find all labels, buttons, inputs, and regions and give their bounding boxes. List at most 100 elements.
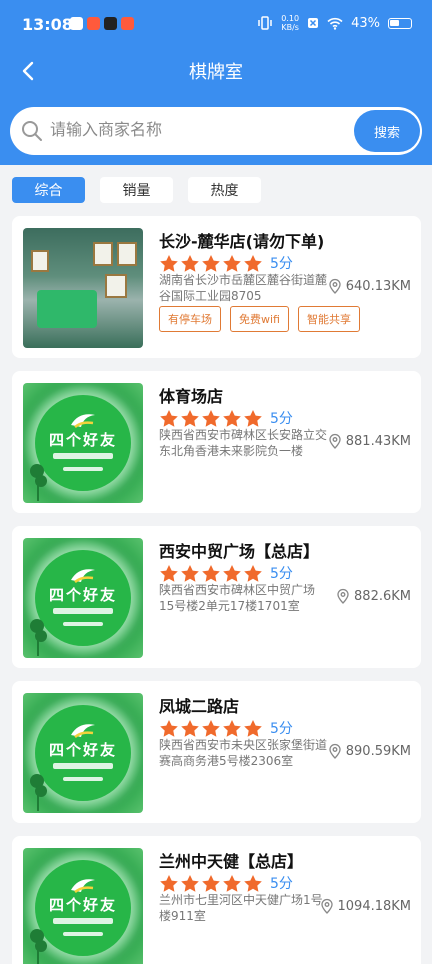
- distance-value: 881.43KM: [345, 433, 411, 449]
- star-icon: [202, 874, 220, 892]
- logo-text: 四个好友: [48, 896, 117, 914]
- store-address: 陕西省西安市未央区张家堡街道赛高商务港5号楼2306室: [159, 738, 328, 768]
- location-pin-icon: [329, 743, 341, 759]
- tab-comprehensive[interactable]: 综合: [12, 177, 85, 203]
- battery-icon: [388, 17, 412, 29]
- star-icon: [181, 719, 199, 737]
- logo-strip: [63, 467, 103, 471]
- star-icon: [202, 254, 220, 272]
- store-rating: 5分: [159, 253, 293, 273]
- star-icon: [160, 254, 178, 272]
- logo-strip: [53, 453, 113, 459]
- decor-tile: [93, 242, 113, 266]
- store-logo: 四个好友: [23, 383, 143, 503]
- tree-icon: [30, 929, 47, 964]
- store-tags: 有停车场 免费wifi 智能共享: [159, 306, 360, 332]
- store-card[interactable]: 四个好友 体育场店 5分 陕西省西安市碑林区长安路立交东北角香港未来影院负一楼 …: [12, 371, 421, 513]
- nav-bar: 棋牌室: [0, 50, 432, 90]
- distance-value: 890.59KM: [345, 743, 411, 759]
- wifi-icon: [327, 17, 343, 30]
- star-icon: [181, 564, 199, 582]
- star-icon: [244, 409, 262, 427]
- logo-text: 四个好友: [48, 741, 117, 759]
- tree-icon: [30, 774, 47, 811]
- tiktok-icon: [104, 17, 117, 30]
- store-address: 兰州市七里河区中天健广场1号楼911室: [159, 893, 323, 923]
- star-icon: [181, 874, 199, 892]
- logo-text: 四个好友: [48, 431, 117, 449]
- tab-popularity[interactable]: 热度: [188, 177, 261, 203]
- star-icon: [244, 254, 262, 272]
- decor-tile: [117, 242, 137, 266]
- distance-value: 1094.18KM: [337, 898, 412, 914]
- tab-sales[interactable]: 销量: [100, 177, 173, 203]
- tree-icon: [30, 619, 47, 656]
- star-icon: [223, 564, 241, 582]
- store-card[interactable]: 四个好友 兰州中天健【总店】 5分 兰州市七里河区中天健广场1号楼911室 10…: [12, 836, 421, 964]
- store-distance: 640.13KM: [328, 278, 411, 294]
- score-text: 5分: [270, 566, 293, 582]
- star-icon: [223, 254, 241, 272]
- store-list: 长沙-麓华店(请勿下单) 5分 湖南省长沙市岳麓区麓谷街道麓谷国际工业园8705…: [12, 216, 421, 964]
- status-bar: 13:08 0.10 KB/s 43%: [0, 0, 432, 50]
- logo-mark-icon: [71, 414, 95, 429]
- search-bar: 搜索: [10, 107, 422, 155]
- star-icon: [160, 874, 178, 892]
- logo-strip: [53, 608, 113, 614]
- star-icon: [244, 874, 262, 892]
- battery-percent: 43%: [351, 15, 380, 31]
- decor-tile: [31, 250, 49, 272]
- star-icon: [160, 409, 178, 427]
- no-sim-icon: [308, 18, 319, 28]
- search-input[interactable]: [50, 115, 350, 147]
- score-text: 5分: [270, 876, 293, 892]
- store-name: 西安中贸广场【总店】: [159, 542, 320, 561]
- score-text: 5分: [270, 721, 293, 737]
- star-icon: [181, 254, 199, 272]
- location-pin-icon: [320, 898, 333, 914]
- store-distance: 882.6KM: [336, 588, 411, 604]
- vibrate-icon: [258, 16, 273, 30]
- location-pin-icon: [329, 278, 341, 294]
- app-notification-icon: [70, 17, 83, 30]
- store-rating: 5分: [159, 873, 293, 893]
- star-icon: [223, 874, 241, 892]
- page-title: 棋牌室: [189, 62, 243, 83]
- store-tag: 智能共享: [297, 306, 360, 332]
- app-notification-icon: [121, 17, 134, 30]
- logo-strip: [53, 763, 113, 769]
- store-name: 长沙-麓华店(请勿下单): [159, 232, 325, 251]
- score-text: 5分: [270, 256, 293, 272]
- logo-strip: [63, 777, 103, 781]
- notification-icons: [70, 17, 134, 30]
- distance-value: 640.13KM: [345, 278, 411, 294]
- store-address: 湖南省长沙市岳麓区麓谷街道麓谷国际工业园8705: [159, 273, 328, 303]
- star-icon: [160, 719, 178, 737]
- logo-mark-icon: [71, 879, 95, 894]
- store-card[interactable]: 四个好友 凤城二路店 5分 陕西省西安市未央区张家堡街道赛高商务港5号楼2306…: [12, 681, 421, 823]
- network-speed: 0.10 KB/s: [281, 14, 300, 32]
- store-rating: 5分: [159, 408, 293, 428]
- store-rating: 5分: [159, 563, 293, 583]
- location-pin-icon: [337, 588, 349, 604]
- store-card[interactable]: 四个好友 西安中贸广场【总店】 5分 陕西省西安市碑林区中贸广场15号楼2单元1…: [12, 526, 421, 668]
- star-icon: [244, 564, 262, 582]
- store-photo: [23, 228, 143, 348]
- distance-value: 882.6KM: [354, 588, 411, 604]
- mahjong-table: [37, 290, 97, 328]
- logo-strip: [63, 932, 103, 936]
- star-icon: [244, 719, 262, 737]
- store-distance: 890.59KM: [328, 743, 411, 759]
- store-tag: 有停车场: [159, 306, 221, 332]
- store-rating: 5分: [159, 718, 293, 738]
- store-name: 凤城二路店: [159, 697, 240, 716]
- tree-icon: [30, 464, 47, 501]
- store-card[interactable]: 长沙-麓华店(请勿下单) 5分 湖南省长沙市岳麓区麓谷街道麓谷国际工业园8705…: [12, 216, 421, 358]
- status-time: 13:08: [22, 15, 73, 34]
- logo-strip: [63, 622, 103, 626]
- star-icon: [223, 719, 241, 737]
- search-button[interactable]: 搜索: [354, 110, 420, 152]
- store-logo: 四个好友: [23, 693, 143, 813]
- sort-tabs: 综合 销量 热度: [12, 177, 261, 203]
- star-icon: [202, 564, 220, 582]
